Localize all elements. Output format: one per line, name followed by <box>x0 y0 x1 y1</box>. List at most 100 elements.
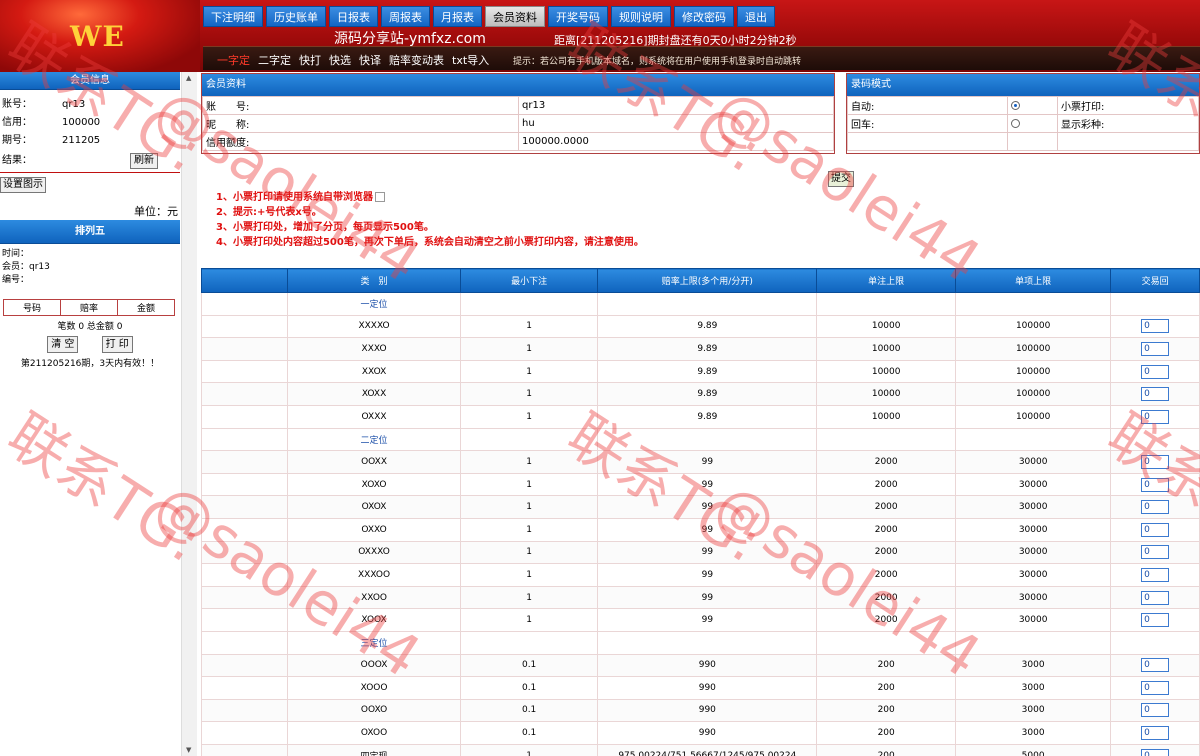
nav-button[interactable]: 日报表 <box>329 6 378 27</box>
nav-button[interactable]: 开奖号码 <box>548 6 608 27</box>
settings-display-button[interactable]: 设置图示 <box>0 177 46 193</box>
min-bet: 1 <box>459 608 599 632</box>
odds-limit: 99 <box>597 472 818 497</box>
item-limit: 100000 <box>954 337 1112 361</box>
group-name: 三定位 <box>287 630 461 655</box>
nav-button[interactable]: 退出 <box>737 6 775 27</box>
odds-row: OXXO 1 99 2000 30000 0 <box>201 517 1200 542</box>
odds-group-row: 二定位 <box>201 427 1200 452</box>
rebate-input[interactable]: 0 <box>1141 545 1170 560</box>
bet-code: XXOX <box>287 359 461 384</box>
print-button[interactable]: 打 印 <box>101 336 133 353</box>
odds-limit: 9.89 <box>597 404 818 429</box>
refresh-button[interactable]: 刷新 <box>130 153 158 169</box>
rebate-input[interactable]: 0 <box>1141 409 1170 424</box>
rebate-input[interactable]: 0 <box>1141 341 1170 356</box>
odds-limit: 990 <box>597 676 818 700</box>
odds-limit: 99 <box>597 540 818 565</box>
bet-code: XXXO <box>287 337 461 361</box>
time-label: 时间： <box>2 249 30 259</box>
nav-button[interactable]: 下注明细 <box>203 6 263 27</box>
rebate-input[interactable]: 0 <box>1141 387 1170 402</box>
rebate-input[interactable]: 0 <box>1141 726 1170 741</box>
min-bet: 1 <box>459 359 599 384</box>
auto-radio[interactable] <box>1011 100 1020 110</box>
nav-button[interactable]: 规则说明 <box>611 6 671 27</box>
min-bet: 0.1 <box>459 653 599 678</box>
empty-cell <box>201 450 289 474</box>
header: WE 下注明细 历史账单 日报表 周报表 月报表 会员资料 开奖号码 规则说明 修改密码 退出 源… <box>0 0 1200 72</box>
single-limit: 2000 <box>816 563 956 587</box>
single-limit: 2000 <box>816 608 956 632</box>
member-row: 昵 称: hu <box>202 114 834 133</box>
top-nav: 下注明细 历史账单 日报表 周报表 月报表 会员资料 开奖号码 规则说明 修改密码 退出 <box>203 6 775 27</box>
sidebar-scrollbar[interactable]: ▲ ▼ <box>181 72 197 756</box>
odds-limit: 99 <box>597 608 818 632</box>
item-limit: 30000 <box>954 450 1112 474</box>
rebate-input[interactable]: 0 <box>1141 748 1170 756</box>
odds-row: XOOX 1 99 2000 30000 0 <box>201 608 1200 632</box>
rebate-input[interactable]: 0 <box>1141 364 1170 379</box>
rebate-input[interactable]: 0 <box>1141 590 1170 605</box>
odds-limit: 99 <box>597 585 818 610</box>
mode-row: 回车: 显示彩种: <box>847 114 1199 133</box>
bet-code: XOXX <box>287 382 461 406</box>
min-bet: 1 <box>459 495 599 519</box>
single-limit: 2000 <box>816 495 956 519</box>
single-limit: 2000 <box>816 472 956 497</box>
nav-button[interactable]: 月报表 <box>433 6 482 27</box>
scroll-down-icon[interactable]: ▼ <box>186 746 191 754</box>
rebate-input[interactable]: 0 <box>1141 500 1170 515</box>
bet-code: OXOO <box>287 721 461 745</box>
single-limit: 200 <box>816 698 956 723</box>
rebate-input[interactable]: 0 <box>1141 319 1170 334</box>
bet-code: XOOO <box>287 676 461 700</box>
rebate-input[interactable]: 0 <box>1141 613 1170 628</box>
rebate-input[interactable]: 0 <box>1141 522 1170 537</box>
odds-table-wrap: 类 别最小下注 赔率上限(多个用/分开) 单注上限 单项上限 交易回 一定位 XXXXO 1… <box>201 268 1200 756</box>
rebate-input[interactable]: 0 <box>1141 567 1170 582</box>
bet-code: OXOX <box>287 495 461 519</box>
item-limit: 30000 <box>954 517 1112 542</box>
note-line: 4、小票打印处内容超过500笔，再次下单后，系统会自动清空之前小票打印内容，请注… <box>216 237 644 248</box>
odds-row: OXXXO 1 99 2000 30000 0 <box>201 540 1200 565</box>
rebate-cell: 0 <box>1110 698 1200 723</box>
return-radio[interactable] <box>1011 118 1020 128</box>
sub-nav-item[interactable]: txt导入 <box>452 52 489 68</box>
nav-button[interactable]: 会员资料 <box>485 6 545 27</box>
sub-nav-item[interactable]: 二字定 <box>258 52 291 68</box>
nav-button[interactable]: 周报表 <box>381 6 430 27</box>
mode-row <box>847 132 1199 151</box>
show-type-label: 显示彩种: <box>1057 114 1199 133</box>
print-label: 小票打印: <box>1057 96 1199 115</box>
nav-button[interactable]: 修改密码 <box>674 6 734 27</box>
return-radio-cell <box>1007 114 1058 133</box>
rebate-input[interactable]: 0 <box>1141 680 1170 695</box>
bet-code: XXOO <box>287 585 461 610</box>
submit-button[interactable]: 提交 <box>828 171 854 187</box>
sub-nav-item[interactable]: 赔率变动表 <box>389 52 444 68</box>
sub-nav-item[interactable]: 快选 <box>329 52 351 68</box>
return-label: 回车: <box>847 114 1008 133</box>
nav-button[interactable]: 历史账单 <box>266 6 326 27</box>
single-limit: 200 <box>816 721 956 745</box>
min-bet: 1 <box>459 585 599 610</box>
odds-group-row: 三定位 <box>201 630 1200 655</box>
tip-text: 提示：若公司有手机版本域名，则系统将在用户使用手机登录时自动跳转 <box>513 57 802 67</box>
item-limit: 30000 <box>954 608 1112 632</box>
rebate-input[interactable]: 0 <box>1141 703 1170 718</box>
sub-nav: 一字定 二字定 快打 快选 快译 赔率变动表 txt导入 <box>217 52 489 68</box>
rebate-input[interactable]: 0 <box>1141 477 1170 492</box>
scroll-up-icon[interactable]: ▲ <box>186 74 191 82</box>
clear-button[interactable]: 清 空 <box>47 336 79 353</box>
rebate-input[interactable]: 0 <box>1141 454 1170 469</box>
odds-column-header <box>201 268 289 293</box>
empty-cell <box>1057 132 1199 151</box>
sub-nav-item[interactable]: 快译 <box>359 52 381 68</box>
min-bet: 1 <box>459 314 599 339</box>
sub-nav-item[interactable]: 一字定 <box>217 52 250 68</box>
rebate-input[interactable]: 0 <box>1141 658 1170 673</box>
sub-nav-item[interactable]: 快打 <box>299 52 321 68</box>
member-value: hu <box>518 114 834 133</box>
pl5-heading: 排列五 <box>0 220 180 244</box>
